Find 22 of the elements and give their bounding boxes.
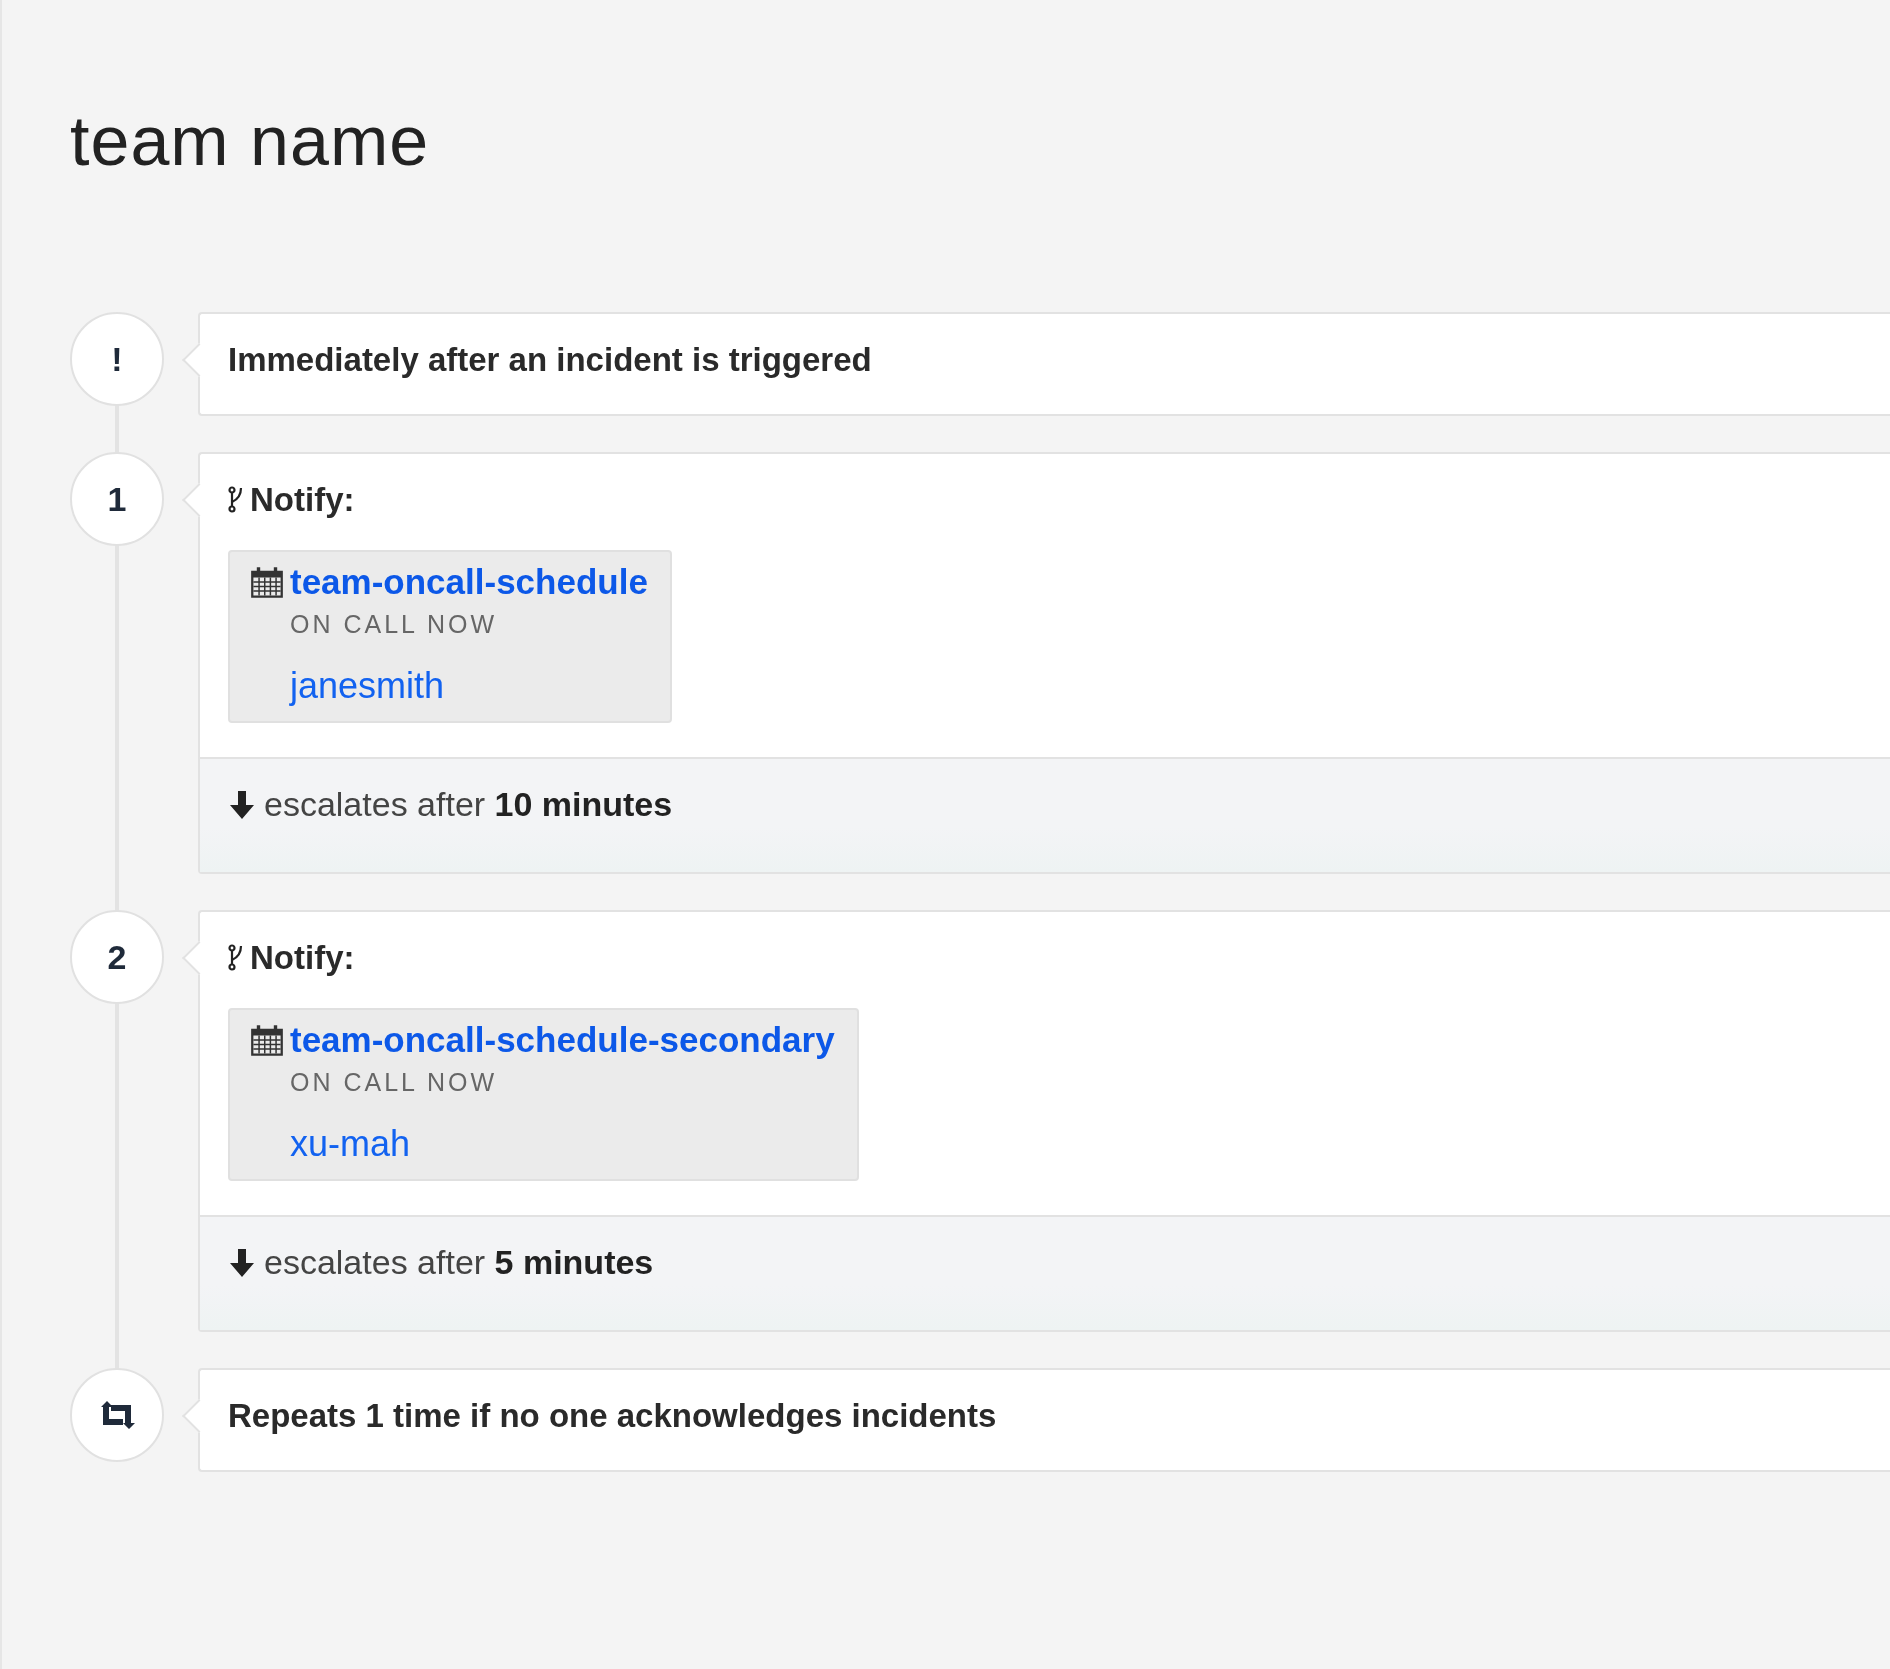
notify-label: Notify: — [250, 938, 355, 978]
escalation-text: escalates after 10 minutes — [264, 785, 673, 824]
step-number: ! — [70, 312, 164, 406]
branch-icon — [228, 944, 244, 972]
step-text: Repeats 1 time if no one acknowledges incidents — [228, 1396, 998, 1436]
down-arrow-icon — [228, 1247, 256, 1278]
calendar-icon — [250, 1023, 284, 1057]
schedule-link[interactable]: team-oncall-schedule — [290, 562, 648, 602]
down-arrow-icon — [228, 789, 256, 820]
step-number: 2 — [70, 910, 164, 1004]
page-title: team name — [70, 101, 431, 182]
user-link[interactable]: xu-mah — [290, 1123, 835, 1165]
on-call-label: ON CALL NOW — [290, 1068, 499, 1097]
step-text: Immediately after an incident is triggered — [228, 340, 873, 380]
escalation-text: escalates after 5 minutes — [264, 1243, 654, 1282]
calendar-icon — [250, 565, 284, 599]
notify-label: Notify: — [250, 480, 355, 520]
on-call-label: ON CALL NOW — [290, 610, 499, 639]
step-number: 1 — [70, 452, 164, 546]
branch-icon — [228, 486, 244, 514]
user-link[interactable]: janesmith — [290, 665, 648, 707]
schedule-link[interactable]: team-oncall-schedule-secondary — [290, 1020, 835, 1060]
